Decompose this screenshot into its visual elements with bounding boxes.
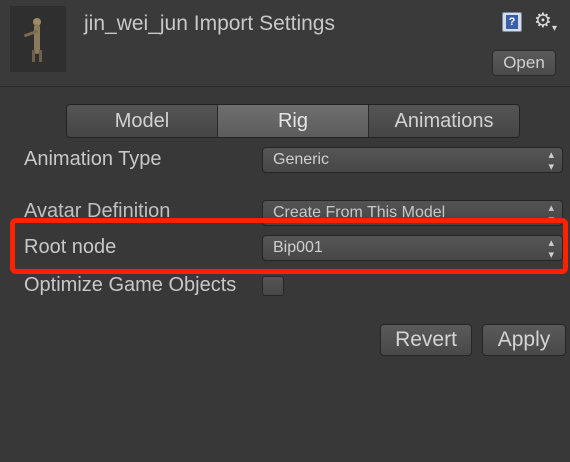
animation-type-value: Generic: [273, 151, 330, 168]
tab-animations[interactable]: Animations: [369, 105, 519, 137]
updown-arrows-icon: ▴ ▾: [548, 237, 554, 261]
help-book-icon[interactable]: ?: [502, 12, 522, 32]
root-node-value: Bip001: [273, 239, 323, 256]
tab-model[interactable]: Model: [67, 105, 218, 137]
optimize-game-objects-checkbox[interactable]: [262, 276, 284, 296]
apply-button[interactable]: Apply: [482, 324, 566, 356]
root-node-dropdown[interactable]: Bip001 ▴ ▾: [262, 235, 563, 261]
root-node-label: Root node: [24, 236, 117, 258]
open-button[interactable]: Open: [492, 50, 556, 76]
gear-icon[interactable]: ⚙ ▾: [534, 10, 562, 34]
animation-type-dropdown[interactable]: Generic ▴ ▾: [262, 147, 563, 173]
animation-type-label: Animation Type: [24, 148, 162, 170]
model-thumbnail: [10, 6, 66, 72]
updown-arrows-icon: ▴ ▾: [548, 149, 554, 173]
import-tabs: Model Rig Animations: [66, 104, 520, 138]
page-title: jin_wei_jun Import Settings: [84, 12, 335, 35]
tab-rig[interactable]: Rig: [218, 105, 369, 137]
optimize-game-objects-label: Optimize Game Objects: [24, 274, 237, 296]
inspector-header: jin_wei_jun Import Settings ? ⚙ ▾ Open: [0, 0, 570, 87]
revert-button[interactable]: Revert: [380, 324, 472, 356]
